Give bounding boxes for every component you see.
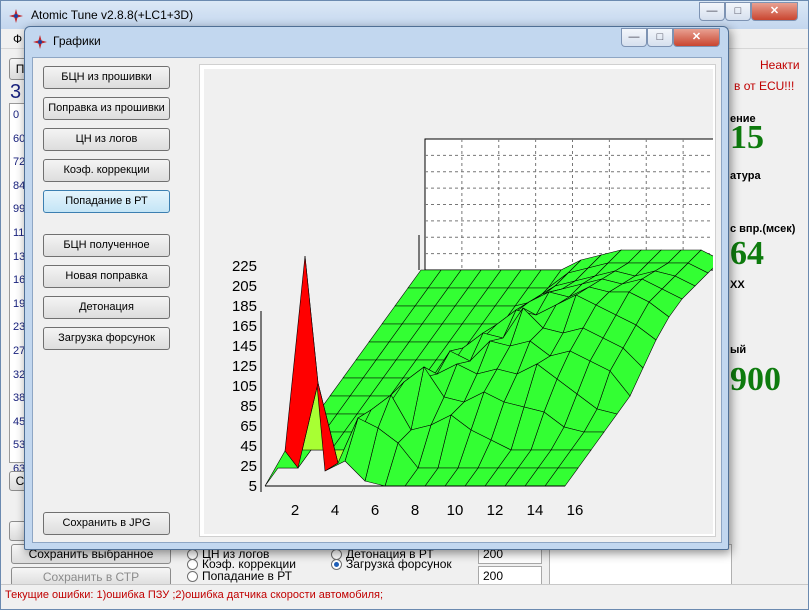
- x-tick-label: 2: [291, 502, 299, 519]
- firmware-correction-button[interactable]: Поправка из прошивки: [43, 97, 170, 120]
- dialog-titlebar[interactable]: Графики — □ ✕: [25, 27, 728, 55]
- dialog-title: Графики: [53, 34, 101, 48]
- z-tick-label: 85: [240, 398, 257, 415]
- mode-label: ый: [730, 344, 747, 356]
- main-window-title: Atomic Tune v2.8.8(+LC1+3D): [31, 8, 194, 22]
- z-tick-label: 125: [232, 358, 257, 375]
- pressure-value: 15: [730, 119, 764, 156]
- radio-hit-rt[interactable]: Попадание в РТ: [187, 569, 292, 583]
- ecu-status: в от ECU!!!: [734, 79, 795, 93]
- hit-rt-button[interactable]: Попадание в РТ: [43, 190, 170, 213]
- chart-area: 5 25 45 65 85 105 125 145 165 185 205 225 2 4 6 8 10 12 14…: [204, 69, 713, 534]
- injector-load-button[interactable]: Загрузка форсунок: [43, 327, 170, 350]
- z-tick-label: 185: [232, 298, 257, 315]
- charts-dialog: Графики — □ ✕ БЦН из прошивки Поправка и…: [24, 26, 729, 550]
- z-tick-label: 105: [232, 378, 257, 395]
- z-tick-label: 65: [240, 418, 257, 435]
- bcn-firmware-button[interactable]: БЦН из прошивки: [43, 66, 170, 89]
- dialog-maximize-button[interactable]: □: [647, 28, 673, 47]
- main-titlebar[interactable]: Atomic Tune v2.8.8(+LC1+3D) — □ ✕: [1, 1, 808, 29]
- z-tick-label: 45: [240, 438, 257, 455]
- cn-logs-button[interactable]: ЦН из логов: [43, 128, 170, 151]
- connection-status: Неакти: [760, 58, 800, 72]
- surface-chart: 5 25 45 65 85 105 125 145 165 185 205 225 2 4 6 8 10 12 14…: [232, 138, 713, 519]
- injection-time-value: 64: [730, 235, 764, 272]
- z-tick-label: 205: [232, 278, 257, 295]
- z-tick-label: 165: [232, 318, 257, 335]
- z-tick-label: 225: [232, 258, 257, 275]
- value-field-2[interactable]: 200: [478, 566, 542, 586]
- minimize-button[interactable]: —: [699, 2, 725, 21]
- left-big-value: 3: [10, 81, 22, 103]
- z-tick-label: 25: [240, 458, 257, 475]
- save-jpg-button[interactable]: Сохранить в JPG: [43, 512, 170, 535]
- z-tick-label: 5: [249, 478, 257, 495]
- dialog-minimize-button[interactable]: —: [621, 28, 647, 47]
- close-button[interactable]: ✕: [751, 2, 798, 21]
- dialog-client-area: БЦН из прошивки Поправка из прошивки ЦН …: [32, 57, 722, 543]
- rpm-value: 900: [730, 361, 781, 398]
- menu-item-file[interactable]: Ф: [13, 32, 22, 46]
- radio-label: Загрузка форсунок: [346, 557, 452, 571]
- bcn-obtained-button[interactable]: БЦН полученное: [43, 234, 170, 257]
- detonation-button[interactable]: Детонация: [43, 296, 170, 319]
- x-tick-label: 12: [487, 502, 504, 519]
- app-logo-icon: [33, 35, 47, 49]
- chart-panel: 5 25 45 65 85 105 125 145 165 185 205 225 2 4 6 8 10 12 14…: [199, 64, 716, 537]
- temperature-label: атура: [730, 170, 761, 182]
- maximize-button[interactable]: □: [725, 2, 751, 21]
- x-tick-label: 10: [447, 502, 464, 519]
- x-tick-label: 14: [527, 502, 544, 519]
- radio-circle-checked: [331, 559, 342, 570]
- info-box: [549, 544, 732, 586]
- x-tick-label: 4: [331, 502, 339, 519]
- idle-label: ХХ: [730, 279, 745, 291]
- app-logo-icon: [9, 9, 23, 23]
- dialog-close-button[interactable]: ✕: [673, 28, 720, 47]
- status-bar: Текущие ошибки: 1)ошибка ПЗУ ;2)ошибка д…: [1, 584, 808, 609]
- x-tick-label: 16: [567, 502, 584, 519]
- x-tick-label: 6: [371, 502, 379, 519]
- x-tick-label: 8: [411, 502, 419, 519]
- injection-time-label: с впр.(мсек): [730, 223, 796, 235]
- z-tick-label: 145: [232, 338, 257, 355]
- radio-label: Попадание в РТ: [202, 569, 292, 583]
- correction-coef-button[interactable]: Коэф. коррекции: [43, 159, 170, 182]
- new-correction-button[interactable]: Новая поправка: [43, 265, 170, 288]
- radio-circle: [187, 571, 198, 582]
- radio-injector-load[interactable]: Загрузка форсунок: [331, 557, 452, 571]
